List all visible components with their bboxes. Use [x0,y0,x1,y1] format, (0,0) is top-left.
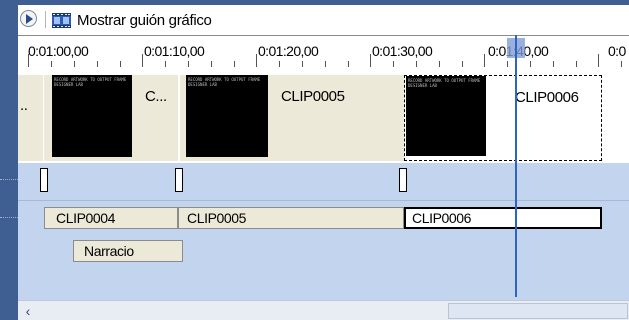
narration-clip-label: Narracio [84,243,134,259]
clip-label: CLIP0005 [281,88,345,105]
audio-track: CLIP0004 CLIP0005 CLIP0006 [18,200,629,237]
video-track: .. RECORD ARTWORK TO OUTPUT FRAME DESIGN… [18,67,629,163]
clip-label: .. [20,97,28,114]
audio-clip[interactable]: CLIP0004 [44,207,178,229]
filmstrip-icon [52,12,71,28]
timeline-toolbar: Mostrar guión gráfico [18,5,629,35]
scrollbar-thumb[interactable] [448,303,628,319]
track-guide-line [0,179,18,180]
toolbar-separator [45,11,46,28]
audio-clip-label: CLIP0006 [412,210,472,226]
storyboard-label: Mostrar guión gráfico [77,11,212,29]
transition-marker[interactable] [40,168,48,192]
timeline-ruler[interactable]: 0:01:00,00 0:01:10,00 0:01:20,00 0:01:30… [18,35,629,67]
audio-clip[interactable]: CLIP0005 [178,207,404,229]
thumbnail-text: RECORD ARTWORK TO OUTPUT FRAME DESIGNER … [188,77,261,87]
show-storyboard-button[interactable]: Mostrar guión gráfico [52,9,212,31]
track-guide-line [0,217,18,218]
transition-marker[interactable] [175,168,183,192]
clip-thumbnail: RECORD ARTWORK TO OUTPUT FRAME DESIGNER … [186,75,268,157]
clip-label: CLIP0006 [515,89,579,106]
video-clip[interactable]: RECORD ARTWORK TO OUTPUT FRAME DESIGNER … [180,75,404,161]
playhead-line[interactable] [515,35,517,297]
video-clip[interactable]: RECORD ARTWORK TO OUTPUT FRAME DESIGNER … [44,75,178,161]
timeline-panel: Mostrar guión gráfico 0:01:00,00 0:01:10… [18,5,629,320]
transition-marker[interactable] [399,168,407,192]
clip-label: C... [145,88,167,105]
clip-thumbnail: RECORD ARTWORK TO OUTPUT FRAME DESIGNER … [406,76,486,156]
video-clip-selected[interactable]: RECORD ARTWORK TO OUTPUT FRAME DESIGNER … [404,75,602,161]
ruler-ticks [28,54,622,67]
audio-clip-label: CLIP0004 [56,210,116,226]
thumbnail-text: RECORD ARTWORK TO OUTPUT FRAME DESIGNER … [408,78,481,88]
chevron-left-icon[interactable]: ‹ [20,303,36,319]
narration-clip[interactable]: Narracio [73,240,183,262]
transition-track [18,163,629,200]
video-clip[interactable]: .. [18,75,43,161]
horizontal-scrollbar[interactable]: ‹ [18,300,629,320]
thumbnail-text: RECORD ARTWORK TO OUTPUT FRAME DESIGNER … [54,77,127,87]
clip-thumbnail: RECORD ARTWORK TO OUTPUT FRAME DESIGNER … [52,75,132,157]
audio-clip-label: CLIP0005 [187,210,247,226]
audio-clip-selected[interactable]: CLIP0006 [404,207,602,229]
play-icon [26,14,33,24]
narration-track: Narracio [18,237,629,267]
play-timeline-button[interactable] [20,10,37,27]
